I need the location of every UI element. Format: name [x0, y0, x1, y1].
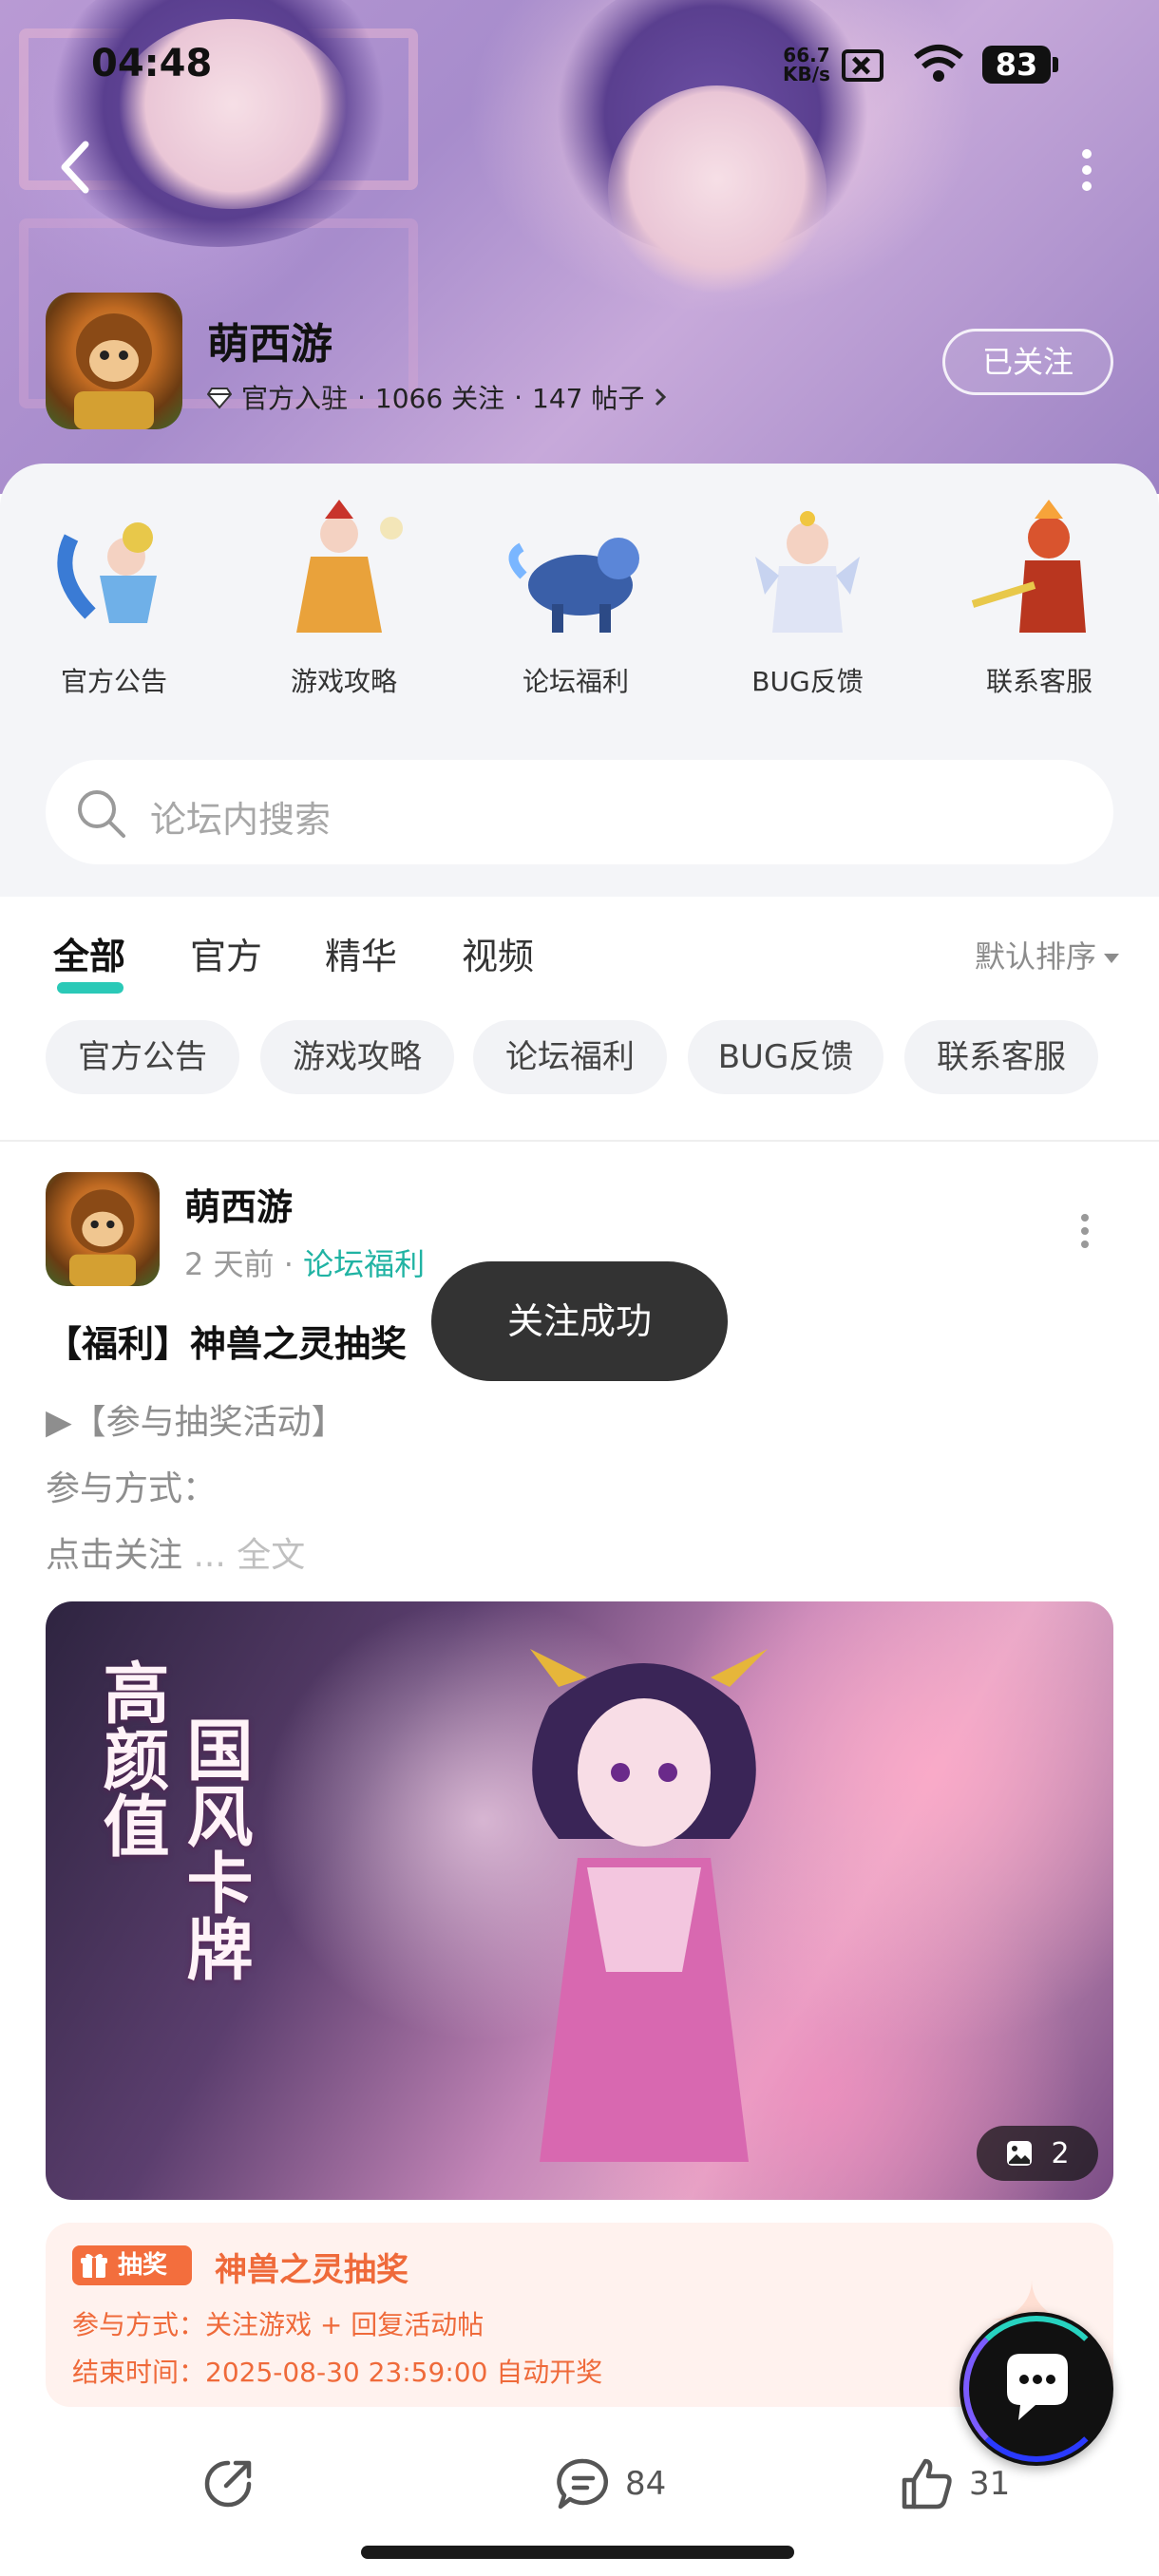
category-label: 官方公告 [60, 666, 167, 697]
chevron-right-icon [656, 388, 667, 407]
lottery-card[interactable]: ✦ 抽奖 神兽之灵抽奖 参与方式：关注游戏 + 回复活动帖 结束时间：2025-… [46, 2223, 1113, 2407]
search-placeholder: 论坛内搜索 [150, 799, 332, 841]
clock: 04:48 [91, 42, 213, 85]
category-label: 游戏攻略 [290, 666, 397, 697]
forum-title: 萌西游 [207, 320, 332, 369]
post-meta: 2 天前 · 论坛福利 [184, 1241, 425, 1284]
beast-mount-icon [504, 500, 647, 642]
forum-search-input[interactable]: 论坛内搜索 [46, 760, 1113, 864]
separator-dot: · [357, 381, 366, 413]
share-icon [204, 2460, 252, 2508]
post-more-icon[interactable] [1072, 1212, 1098, 1250]
posts-count: 147 帖子 [532, 383, 645, 414]
category-official-notice[interactable]: 官方公告 [19, 500, 209, 699]
separator-dot: · [514, 381, 522, 413]
lottery-badge-label: 抽奖 [118, 2251, 168, 2280]
category-forum-welfare[interactable]: 论坛福利 [481, 500, 671, 699]
post-image[interactable]: 高颜值 国风卡牌 2 [46, 1601, 1113, 2200]
lottery-badge: 抽奖 [72, 2245, 192, 2285]
feed-tabs: 全部 官方 精华 视频 默认排序 [0, 897, 1159, 1011]
search-icon [78, 790, 125, 838]
image-caption: 国风卡牌 [176, 1715, 255, 1981]
category-game-guide[interactable]: 游戏攻略 [249, 500, 439, 699]
active-tab-indicator [57, 982, 124, 994]
category-label: BUG反馈 [751, 666, 864, 697]
comment-icon [557, 2458, 608, 2510]
sort-label: 默认排序 [974, 938, 1096, 975]
post-body-line: 参与方式： [46, 1469, 218, 1508]
like-button[interactable]: 31 [899, 2441, 1010, 2527]
image-count-badge: 2 [977, 2126, 1098, 2181]
sort-dropdown[interactable]: 默认排序 [975, 933, 1119, 976]
forum-stats[interactable]: 官方入驻 · 1066 关注 · 147 帖子 [207, 378, 667, 416]
like-count: 31 [969, 2465, 1011, 2503]
post-author-name[interactable]: 萌西游 [184, 1178, 293, 1230]
post-body-line: 点击关注 ... 全文 [46, 1527, 305, 1577]
chip-game-guide[interactable]: 游戏攻略 [260, 1020, 454, 1094]
section-divider [0, 1140, 1159, 1142]
post-body-line: ▶【参与抽奖活动】 [46, 1403, 346, 1442]
category-label: 联系客服 [985, 666, 1092, 697]
chip-bug-report[interactable]: BUG反馈 [688, 1020, 884, 1094]
post-body-text: 点击关注 [46, 1536, 183, 1575]
post-title[interactable]: 【福利】神兽之灵抽奖 [46, 1315, 407, 1367]
tab-all[interactable]: 全部 [53, 927, 125, 979]
battery-tip [1053, 57, 1058, 72]
status-bar: 04:48 66.7 KB/s 83 [0, 0, 1159, 133]
read-full-link[interactable]: ... 全文 [193, 1536, 305, 1575]
category-customer-service[interactable]: 联系客服 [944, 500, 1134, 699]
image-count: 2 [1051, 2136, 1070, 2170]
post-category-link[interactable]: 论坛福利 [303, 1246, 425, 1282]
category-panel: 官方公告 游戏攻略 论坛福利 BUG反馈 联系客服 论坛内搜索 [0, 464, 1159, 897]
card-character-illustration [530, 1649, 768, 2162]
share-button[interactable] [200, 2441, 256, 2527]
tab-official[interactable]: 官方 [190, 927, 262, 979]
no-sim-icon [842, 49, 884, 82]
gift-icon [81, 2253, 107, 2278]
game-logo[interactable] [46, 293, 182, 429]
dragon-warrior-icon [43, 500, 185, 642]
comment-button[interactable]: 84 [555, 2441, 666, 2527]
lottery-title: 神兽之灵抽奖 [215, 2251, 408, 2289]
author-avatar[interactable] [46, 1172, 160, 1286]
chat-ring [963, 2316, 1110, 2462]
mage-character-icon [273, 500, 415, 642]
follow-button[interactable]: 已关注 [942, 329, 1113, 395]
official-badge: 官方入驻 [241, 383, 349, 414]
comment-count: 84 [625, 2465, 667, 2503]
fire-warrior-icon [968, 500, 1111, 642]
tab-video[interactable]: 视频 [462, 927, 534, 979]
gallery-icon [1007, 2141, 1033, 2166]
home-indicator[interactable] [361, 2546, 794, 2559]
image-caption: 高颜值 [92, 1658, 171, 1858]
monkey-king-icon [74, 313, 154, 429]
network-speed: 66.7 KB/s [783, 46, 830, 84]
network-speed-unit: KB/s [783, 63, 830, 85]
post-time: 2 天前 [184, 1246, 275, 1282]
tab-featured[interactable]: 精华 [325, 927, 397, 979]
more-options-icon[interactable] [1068, 146, 1106, 194]
lottery-method: 参与方式：关注游戏 + 回复活动帖 [72, 2309, 484, 2340]
post-actions: 84 31 [0, 2441, 1159, 2527]
verified-diamond-icon [207, 388, 232, 409]
battery-indicator: 83 [982, 46, 1051, 84]
chip-customer-service[interactable]: 联系客服 [904, 1020, 1098, 1094]
category-bug-report[interactable]: BUG反馈 [712, 500, 902, 699]
thumbs-up-icon [902, 2458, 952, 2510]
wifi-icon [914, 45, 963, 82]
network-speed-value: 66.7 [783, 44, 830, 66]
chip-forum-welfare[interactable]: 论坛福利 [473, 1020, 667, 1094]
separator-dot: · [283, 1246, 304, 1282]
monkey-king-icon [69, 1189, 136, 1286]
back-arrow-icon[interactable] [49, 139, 106, 196]
lottery-end-time: 结束时间：2025-08-30 23:59:00 自动开奖 [72, 2357, 603, 2388]
followers-count: 1066 关注 [374, 383, 505, 414]
category-label: 论坛福利 [522, 666, 629, 697]
toast-message: 关注成功 [431, 1261, 728, 1381]
angel-character-icon [736, 500, 879, 642]
topic-filter-chips: 官方公告 游戏攻略 论坛福利 BUG反馈 联系客服 [0, 1020, 1159, 1096]
caret-down-icon [1104, 954, 1119, 963]
chip-official-notice[interactable]: 官方公告 [46, 1020, 239, 1094]
